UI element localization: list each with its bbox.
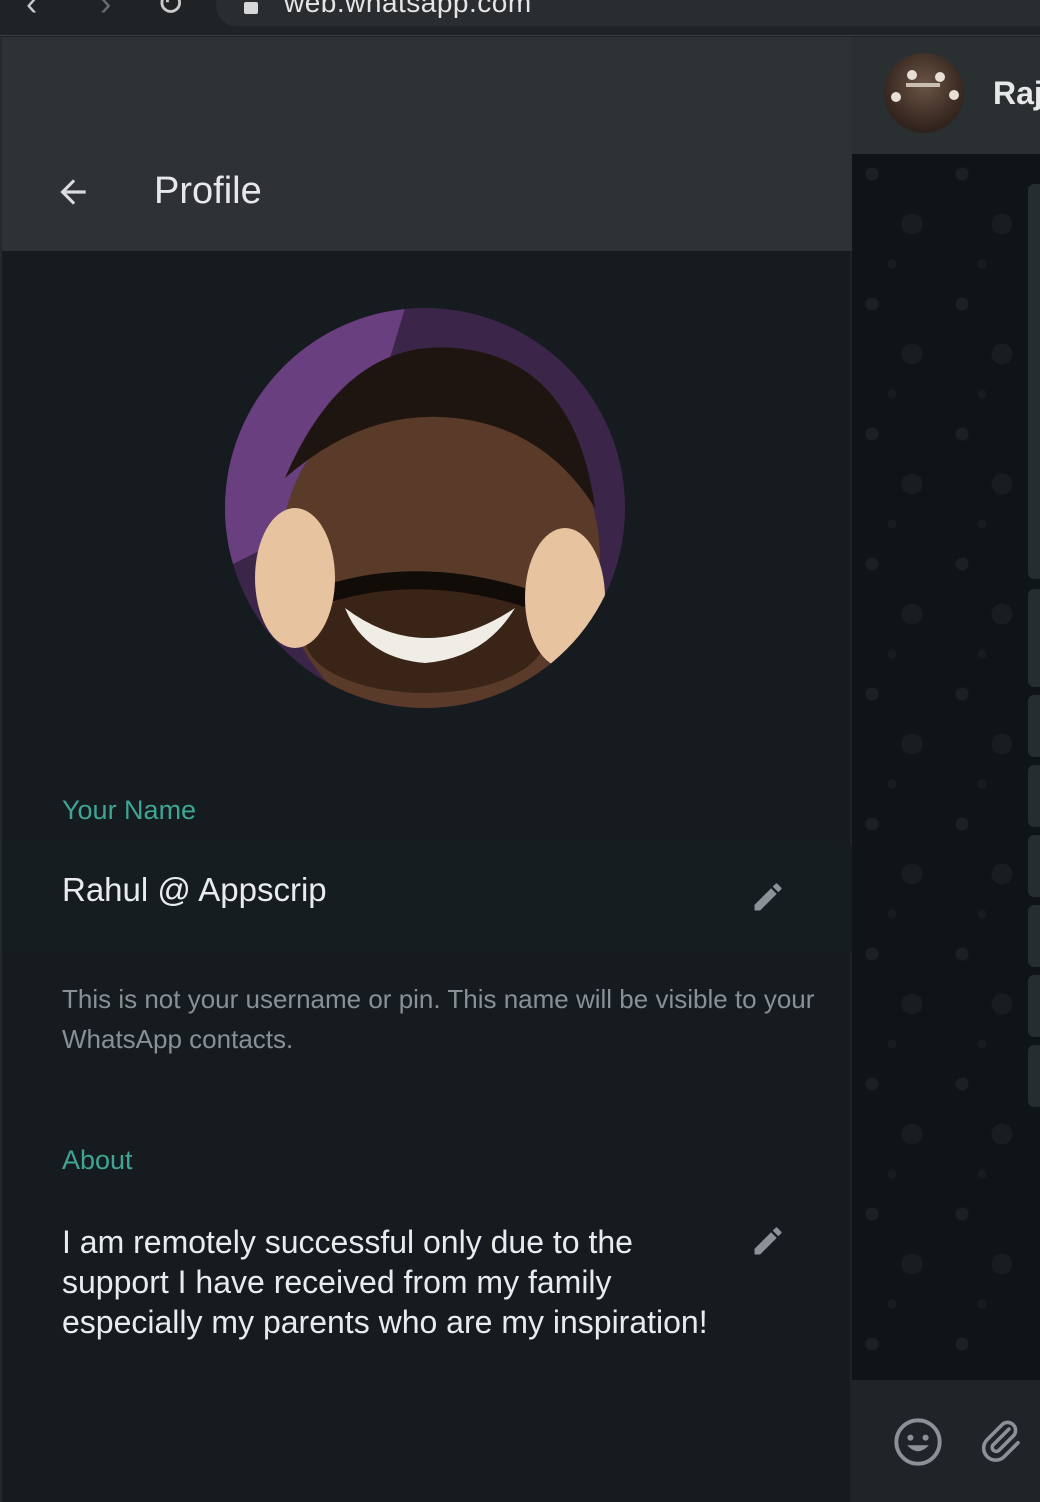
page-title: Profile <box>154 170 262 212</box>
name-hint-text: This is not your username or pin. This n… <box>62 984 815 1054</box>
message-bubble <box>1028 975 1040 1037</box>
message-bubble <box>1028 905 1040 967</box>
profile-drawer: Profile Your Name Rahul @ Appscrip This … <box>0 37 852 1502</box>
smiley-icon[interactable] <box>892 1416 944 1468</box>
address-bar[interactable]: web.whatsapp.com <box>216 0 1040 26</box>
chat-background <box>852 154 1040 1380</box>
about-value: I am remotely successful only due to the… <box>62 1224 708 1340</box>
contact-avatar[interactable] <box>884 53 964 133</box>
about-label: About <box>62 1145 133 1175</box>
browser-forward-icon[interactable]: › <box>100 0 111 24</box>
message-composer <box>852 1380 1040 1502</box>
paperclip-icon[interactable] <box>976 1416 1024 1464</box>
arrow-left-icon[interactable] <box>54 173 92 211</box>
profile-header: Profile <box>2 37 852 251</box>
message-bubble <box>1028 589 1040 687</box>
message-bubble <box>1028 1045 1040 1107</box>
lock-icon <box>244 2 258 14</box>
contact-photo <box>891 70 959 102</box>
browser-toolbar: ‹ › ↻ web.whatsapp.com <box>0 0 1040 36</box>
contact-name[interactable]: Raj <box>993 73 1040 113</box>
url-text[interactable]: web.whatsapp.com <box>284 0 532 20</box>
profile-avatar[interactable] <box>225 308 625 708</box>
browser-back-icon[interactable]: ‹ <box>26 0 37 24</box>
message-edge-stubs <box>1028 154 1040 1380</box>
pencil-icon[interactable] <box>750 879 786 915</box>
chat-header[interactable]: Raj <box>852 37 1040 154</box>
name-row: Rahul @ Appscrip <box>2 845 852 951</box>
message-bubble <box>1028 835 1040 897</box>
message-bubble <box>1028 695 1040 757</box>
message-bubble <box>1028 765 1040 827</box>
browser-reload-icon[interactable]: ↻ <box>156 0 185 24</box>
your-name-label: Your Name <box>62 795 197 825</box>
pencil-icon[interactable] <box>750 1223 786 1259</box>
message-bubble <box>1028 184 1040 579</box>
name-value: Rahul @ Appscrip <box>62 871 327 908</box>
profile-photo <box>225 308 625 708</box>
